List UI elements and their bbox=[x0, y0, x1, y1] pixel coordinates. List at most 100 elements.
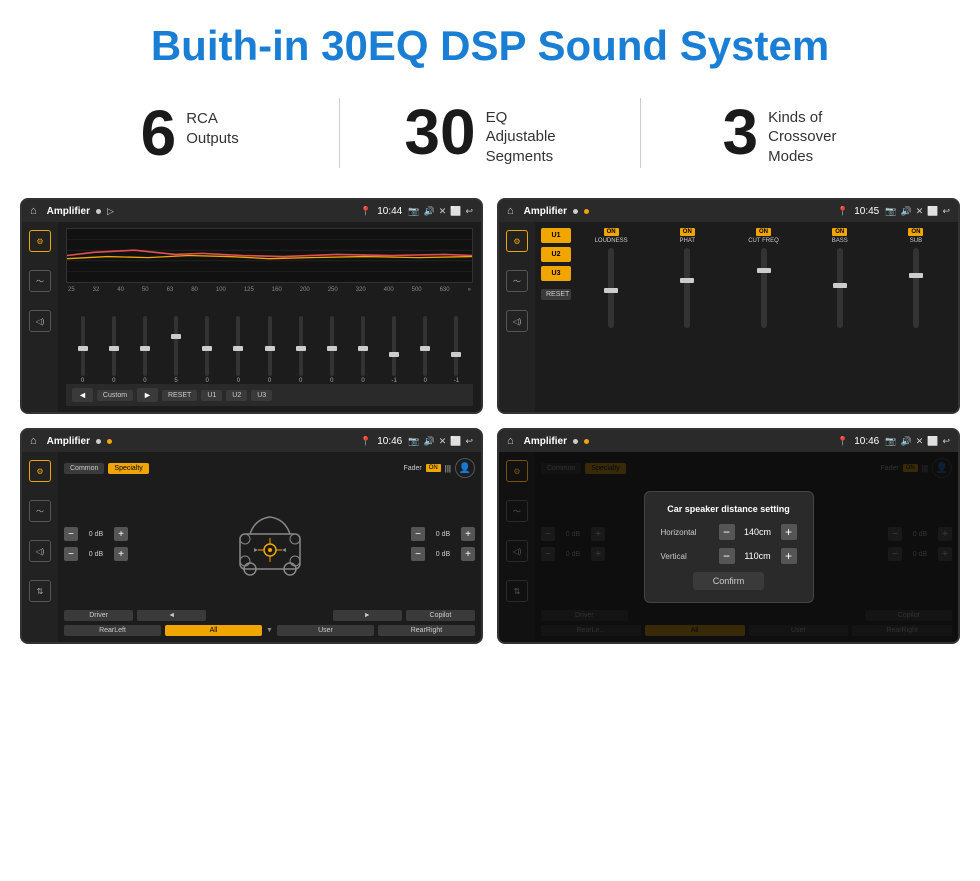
horizontal-minus-btn[interactable]: − bbox=[719, 524, 735, 540]
home-icon-3[interactable]: ⌂ bbox=[30, 435, 37, 447]
eq-custom-label: Custom bbox=[97, 390, 133, 401]
dialog-horizontal-row: Horizontal − 140cm + bbox=[661, 524, 797, 540]
stat-rca: 6 RCA Outputs bbox=[60, 101, 319, 165]
eq-next-btn[interactable]: ► bbox=[137, 388, 158, 402]
screen-1-eq: ⌂ Amplifier ▷ 📍 10:44 📷 🔊 ✕ ⬜ ↩ ⚙ 〜 ◁) bbox=[20, 198, 483, 414]
preset-u2[interactable]: U2 bbox=[541, 247, 571, 262]
ctrl-minus-1[interactable]: − bbox=[64, 527, 78, 541]
screen2-topbar: ⌂ Amplifier 📍 10:45 📷 🔊 ✕ ⬜ ↩ bbox=[499, 200, 958, 222]
ctrl-group-left: − 0 dB + − 0 dB + bbox=[64, 527, 128, 561]
sidebar-wave-icon-2[interactable]: 〜 bbox=[506, 270, 528, 292]
rearright-btn-3[interactable]: RearRight bbox=[378, 625, 475, 636]
speaker-distance-dialog: Car speaker distance setting Horizontal … bbox=[644, 491, 814, 603]
user-btn-3[interactable]: User bbox=[277, 625, 374, 636]
vertical-plus-btn[interactable]: + bbox=[781, 548, 797, 564]
camera-icon-2: 📷 bbox=[885, 206, 896, 217]
arrow-left-btn-3[interactable]: ◄ bbox=[137, 610, 206, 621]
horizontal-value: 140cm bbox=[739, 527, 777, 537]
eq-freq-labels: 2532405063 80100125160200 25032040050063… bbox=[66, 287, 473, 293]
eq-slider-7: 0 bbox=[255, 316, 284, 384]
ctrl-row-1: − 0 dB + bbox=[64, 527, 128, 541]
screen1-topbar: ⌂ Amplifier ▷ 📍 10:44 📷 🔊 ✕ ⬜ ↩ bbox=[22, 200, 481, 222]
bass-slider[interactable] bbox=[837, 248, 843, 328]
dialog-overlay: Car speaker distance setting Horizontal … bbox=[499, 452, 958, 642]
phat-label: PHAT bbox=[680, 238, 696, 244]
ctrl-row-2: − 0 dB + bbox=[64, 547, 128, 561]
camera-icon-3: 📷 bbox=[408, 436, 419, 447]
screen3-title: Amplifier bbox=[47, 436, 90, 447]
cutfreq-on-badge: ON bbox=[756, 228, 771, 236]
screen3-sidebar: ⚙ 〜 ◁) ⇅ bbox=[22, 452, 58, 642]
ctrl-plus-2[interactable]: + bbox=[114, 547, 128, 561]
sidebar-speaker-icon-2[interactable]: ◁) bbox=[506, 310, 528, 332]
home-icon-2[interactable]: ⌂ bbox=[507, 205, 514, 217]
preset-u3[interactable]: U3 bbox=[541, 266, 571, 281]
amp2-reset-btn[interactable]: RESET bbox=[541, 289, 571, 300]
eq-prev-btn[interactable]: ◄ bbox=[72, 388, 93, 402]
eq-slider-12: 0 bbox=[411, 316, 440, 384]
back-icon-3: ↩ bbox=[465, 436, 473, 447]
stat-divider-1 bbox=[339, 98, 340, 168]
eq-u3-btn[interactable]: U3 bbox=[251, 390, 272, 401]
screen1-eq-main: 2532405063 80100125160200 25032040050063… bbox=[58, 222, 481, 412]
amp2-loudness-col: ON LOUDNESS bbox=[575, 228, 647, 406]
rearleft-btn-3[interactable]: RearLeft bbox=[64, 625, 161, 636]
sub-slider[interactable] bbox=[913, 248, 919, 328]
ctrl-minus-4[interactable]: − bbox=[411, 547, 425, 561]
dialog-title: Car speaker distance setting bbox=[661, 504, 797, 514]
sidebar-wave-icon[interactable]: 〜 bbox=[29, 270, 51, 292]
loudness-slider[interactable] bbox=[608, 248, 614, 328]
eq-sliders: 0 0 0 5 0 bbox=[66, 299, 473, 384]
screen4-title: Amplifier bbox=[524, 436, 567, 447]
sidebar-eq-icon[interactable]: ⚙ bbox=[29, 230, 51, 252]
tab-common-3[interactable]: Common bbox=[64, 463, 104, 474]
sub-label: SUB bbox=[910, 238, 922, 244]
eq-slider-4: 5 bbox=[161, 316, 190, 384]
stat-crossover: 3 Kinds of Crossover Modes bbox=[661, 100, 920, 167]
confirm-button[interactable]: Confirm bbox=[693, 572, 765, 590]
ctrl-plus-4[interactable]: + bbox=[461, 547, 475, 561]
ctrl-plus-3[interactable]: + bbox=[461, 527, 475, 541]
sidebar-wave-icon-3[interactable]: 〜 bbox=[29, 500, 51, 522]
dot-orange-4 bbox=[584, 439, 589, 444]
tab-specialty-3[interactable]: Specialty bbox=[108, 463, 148, 474]
copilot-btn-3[interactable]: Copilot bbox=[406, 610, 475, 621]
eq-slider-6: 0 bbox=[224, 316, 253, 384]
volume-icon-3: 🔊 bbox=[423, 436, 434, 447]
dot-icon-1 bbox=[96, 209, 101, 214]
stat-eq: 30 EQ Adjustable Segments bbox=[360, 100, 619, 167]
eq-reset-btn[interactable]: RESET bbox=[162, 390, 197, 401]
volume-icon: 🔊 bbox=[423, 206, 434, 217]
loudness-on-badge: ON bbox=[604, 228, 619, 236]
sidebar-arrows-icon-3[interactable]: ⇅ bbox=[29, 580, 51, 602]
eq-u2-btn[interactable]: U2 bbox=[226, 390, 247, 401]
back-icon-4: ↩ bbox=[942, 436, 950, 447]
vertical-minus-btn[interactable]: − bbox=[719, 548, 735, 564]
horizontal-plus-btn[interactable]: + bbox=[781, 524, 797, 540]
ctrl-minus-3[interactable]: − bbox=[411, 527, 425, 541]
driver-btn-3[interactable]: Driver bbox=[64, 610, 133, 621]
user-icon-3[interactable]: 👤 bbox=[455, 458, 475, 478]
eq-u1-btn[interactable]: U1 bbox=[201, 390, 222, 401]
bass-on-badge: ON bbox=[832, 228, 847, 236]
phat-slider[interactable] bbox=[684, 248, 690, 328]
home-icon[interactable]: ⌂ bbox=[30, 205, 37, 217]
all-btn-3[interactable]: All bbox=[165, 625, 262, 636]
ctrl-minus-2[interactable]: − bbox=[64, 547, 78, 561]
arrow-right-btn-3[interactable]: ► bbox=[333, 610, 402, 621]
sidebar-speaker-icon[interactable]: ◁) bbox=[29, 310, 51, 332]
home-icon-4[interactable]: ⌂ bbox=[507, 435, 514, 447]
arrow-down-3[interactable]: ▼ bbox=[266, 627, 273, 634]
sidebar-eq-icon-3[interactable]: ⚙ bbox=[29, 460, 51, 482]
sidebar-speaker-icon-3[interactable]: ◁) bbox=[29, 540, 51, 562]
preset-u1[interactable]: U1 bbox=[541, 228, 571, 243]
sidebar-eq-icon-2[interactable]: ⚙ bbox=[506, 230, 528, 252]
fader-on-badge-3: ON bbox=[426, 464, 441, 472]
ctrl-plus-1[interactable]: + bbox=[114, 527, 128, 541]
screen3-bottom: Driver ◄ ► Copilot bbox=[64, 610, 475, 621]
dot-icon-2 bbox=[573, 209, 578, 214]
stat-rca-label: RCA Outputs bbox=[186, 101, 239, 148]
screen1-sidebar: ⚙ 〜 ◁) bbox=[22, 222, 58, 412]
screen4-time: 10:46 bbox=[854, 436, 879, 447]
cutfreq-slider[interactable] bbox=[761, 248, 767, 328]
